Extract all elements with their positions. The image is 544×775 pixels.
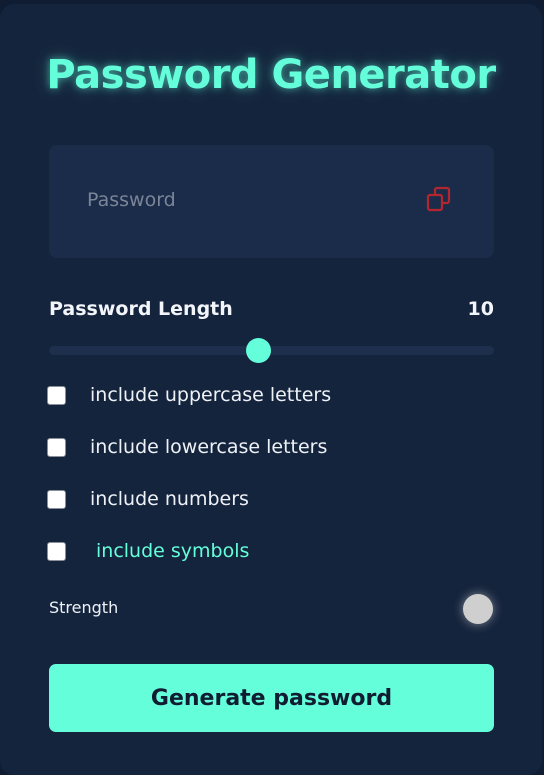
copy-icon[interactable] bbox=[425, 185, 453, 215]
generate-password-button[interactable]: Generate password bbox=[49, 664, 494, 732]
uppercase-label: include uppercase letters bbox=[90, 384, 332, 406]
option-numbers[interactable]: include numbers bbox=[47, 486, 249, 512]
option-uppercase[interactable]: include uppercase letters bbox=[47, 382, 331, 408]
numbers-label: include numbers bbox=[90, 488, 249, 510]
password-display bbox=[49, 145, 494, 258]
page-title: Password Generator bbox=[46, 52, 496, 98]
strength-indicator bbox=[463, 594, 493, 624]
password-length-row: Password Length 10 bbox=[49, 296, 494, 322]
password-length-label: Password Length bbox=[49, 298, 233, 320]
symbols-checkbox[interactable] bbox=[47, 541, 66, 561]
uppercase-checkbox[interactable] bbox=[47, 385, 66, 405]
strength-label: Strength bbox=[49, 598, 119, 617]
length-slider-thumb[interactable] bbox=[246, 338, 272, 363]
length-slider-track[interactable] bbox=[49, 346, 494, 355]
lowercase-label: include lowercase letters bbox=[90, 436, 328, 458]
option-symbols[interactable]: include symbols bbox=[47, 538, 249, 564]
numbers-checkbox[interactable] bbox=[47, 489, 66, 509]
generator-card: Password Generator Password Length 10 in… bbox=[0, 4, 542, 775]
lowercase-checkbox[interactable] bbox=[47, 437, 66, 457]
option-lowercase[interactable]: include lowercase letters bbox=[47, 434, 327, 460]
symbols-label: include symbols bbox=[96, 540, 250, 562]
password-length-value: 10 bbox=[467, 298, 494, 320]
password-field[interactable] bbox=[87, 185, 387, 215]
